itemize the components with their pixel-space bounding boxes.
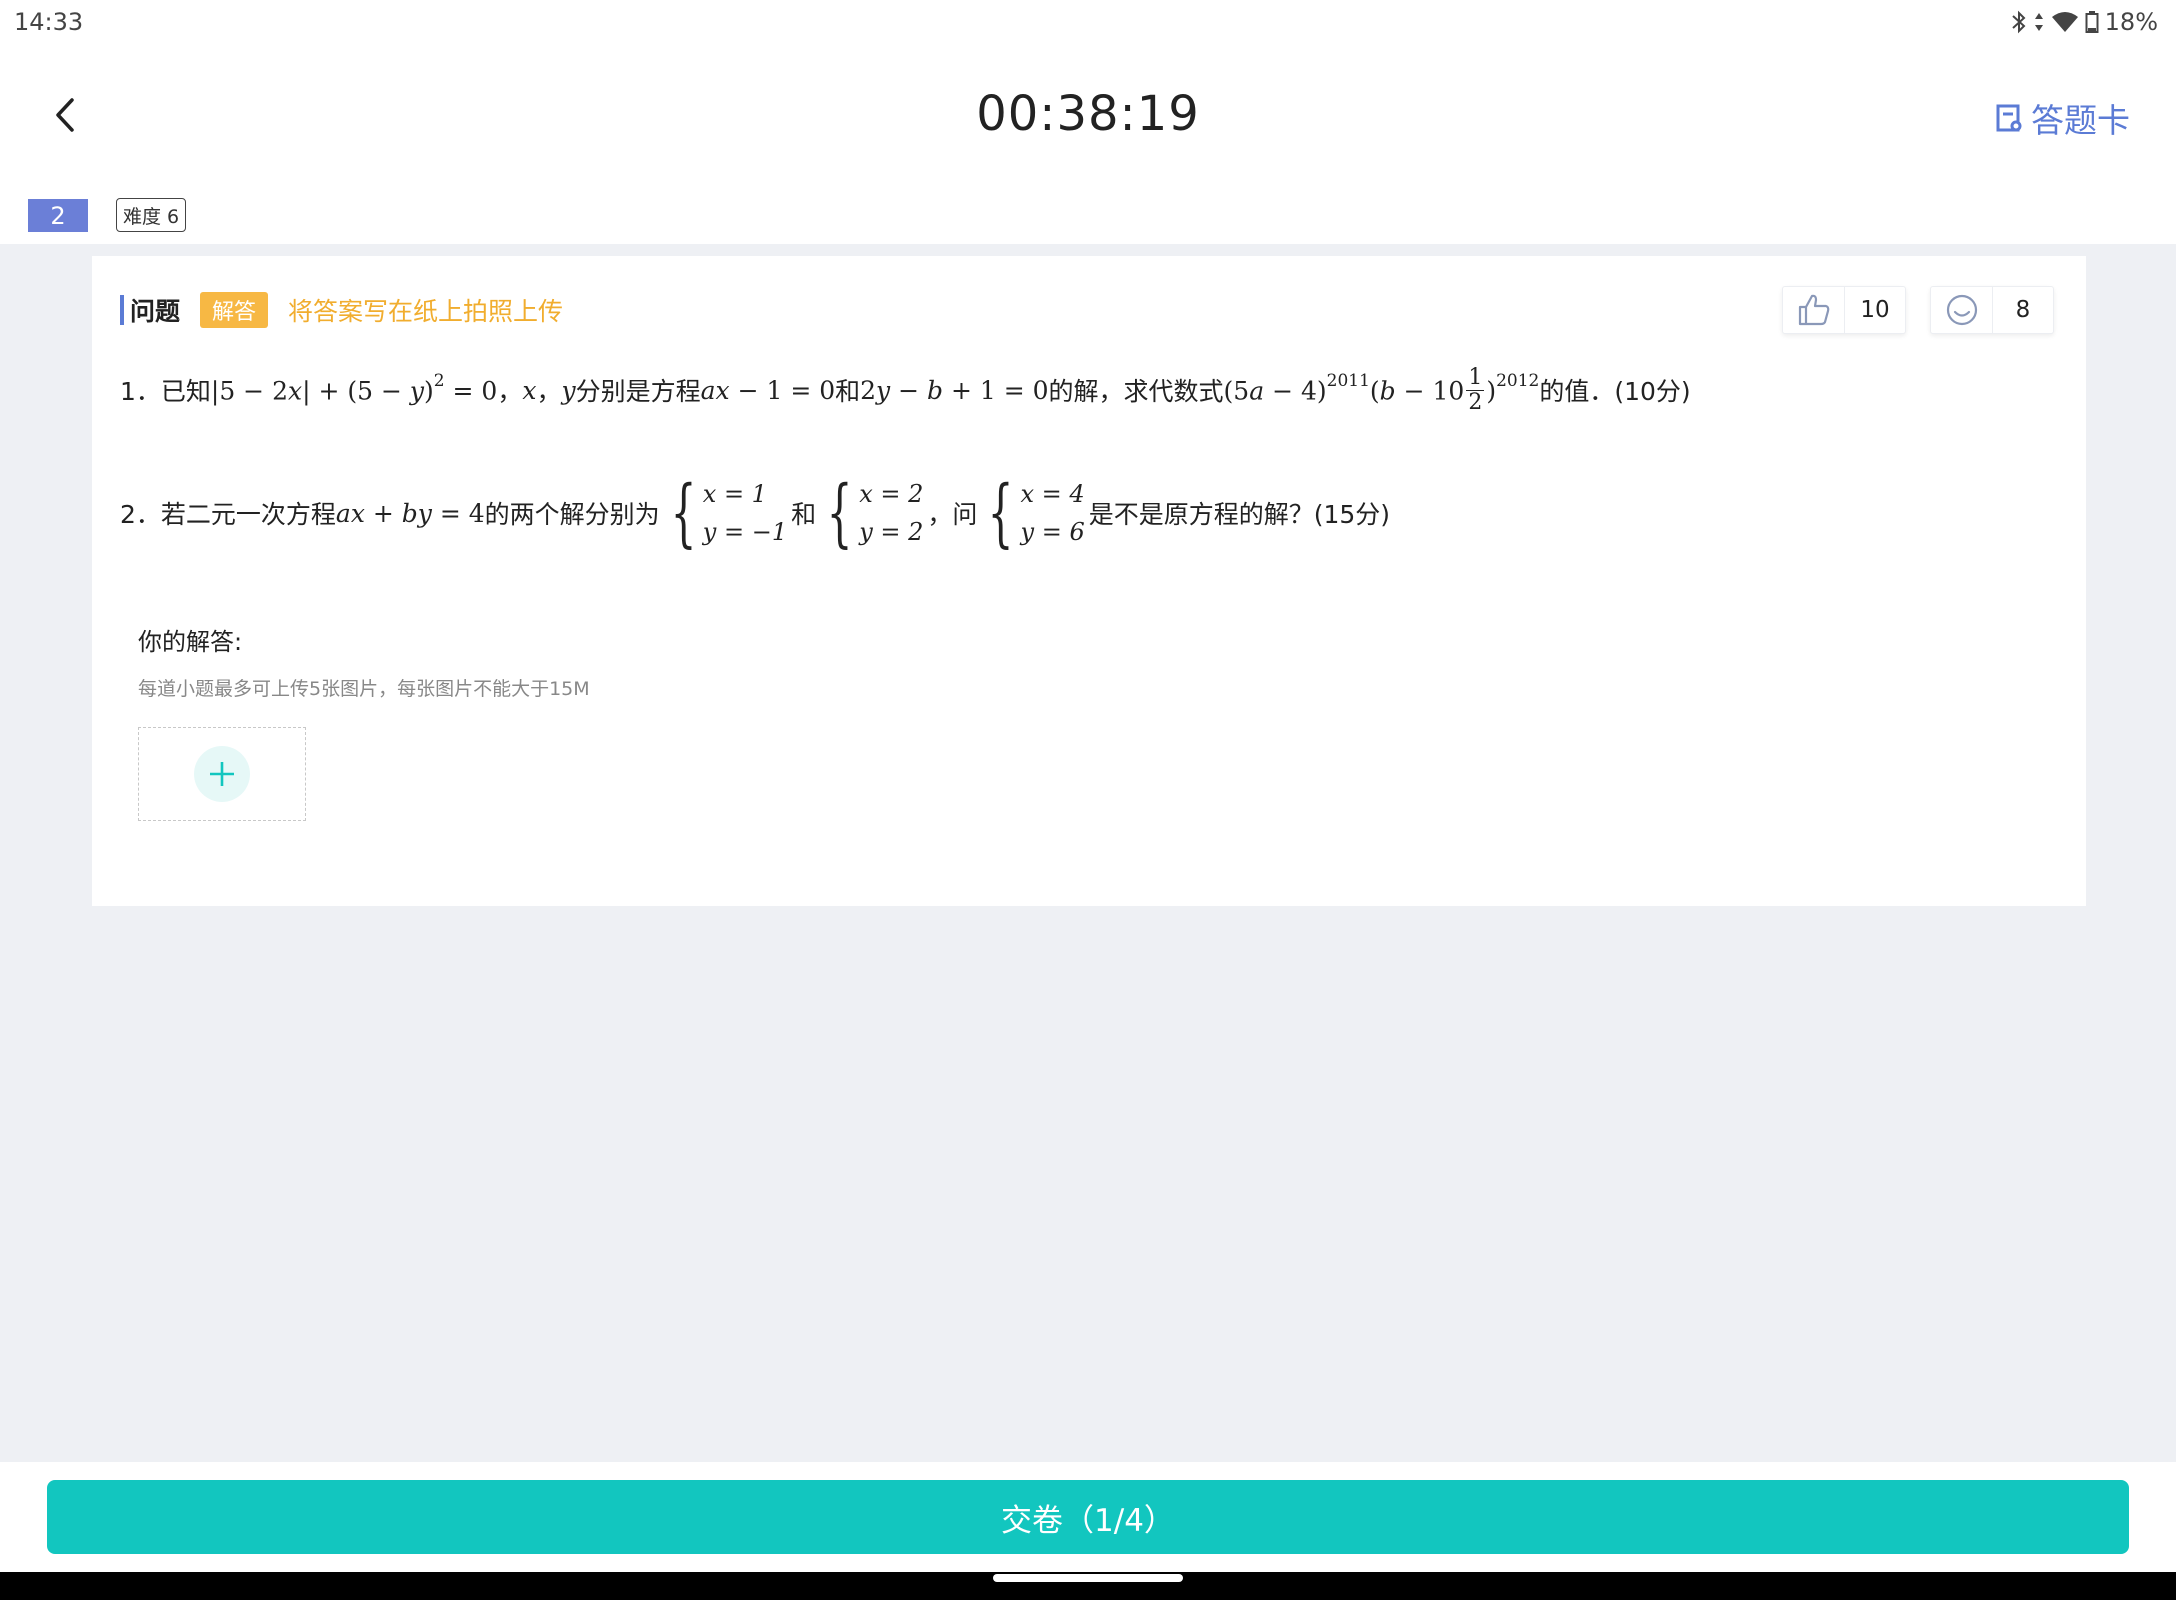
q1-math: |5 − 2x| + (5 − y)2 = 0 (210, 370, 498, 406)
battery-icon (2085, 10, 2099, 34)
submit-exam-button[interactable]: 交卷（1/4） (47, 1480, 2129, 1554)
q2-text: 的两个解分别为 (484, 500, 660, 529)
q1-text: 的解，求代数式 (1048, 377, 1224, 406)
smile-icon (1931, 287, 1993, 333)
q1-math: 2y − b + 1 = 0 (860, 375, 1049, 405)
upload-limit-hint: 每道小题最多可上传5张图片，每张图片不能大于15M (138, 678, 590, 700)
bluetooth-icon (2011, 10, 2027, 34)
label-accent-bar (120, 295, 124, 325)
plus-icon (194, 746, 250, 802)
status-icons: 18% (2011, 6, 2158, 38)
wifi-icon (2051, 10, 2079, 34)
q1-math: ax − 1 = 0 (700, 375, 836, 405)
upload-image-button[interactable] (138, 727, 306, 821)
q1-math: x (522, 375, 537, 405)
question-2: 2．若二元一次方程 ax + by = 4 的两个解分别为 { x = 1y =… (120, 468, 1390, 558)
answer-card-label: 答题卡 (2031, 101, 2130, 140)
question-card: 问题 解答 将答案写在纸上拍照上传 10 8 1．已知 |5 − 2x| + (… (92, 256, 2086, 906)
answer-card-icon (1996, 104, 2022, 132)
q2-math: ax + by = 4 (335, 498, 485, 528)
q2-text: 2．若二元一次方程 (120, 500, 336, 529)
q2-text: ，问 (927, 500, 978, 529)
q2-text: 和 (791, 500, 817, 529)
q1-fraction: 12 (1466, 364, 1485, 415)
q1-text: ， (536, 377, 562, 406)
difficulty-badge: 难度 6 (116, 198, 187, 232)
equation-system-2: { x = 2y = 2 (826, 470, 924, 556)
question-label: 问题 (130, 297, 181, 326)
q1-text: ， (497, 377, 523, 406)
like-count: 10 (1860, 297, 1890, 323)
question-1: 1．已知 |5 − 2x| + (5 − y)2 = 0 ， x ， y 分别是… (120, 352, 1691, 428)
equation-system-3: { x = 4y = 6 (988, 470, 1085, 556)
status-bar: 14:33 18% (0, 0, 2176, 44)
exam-timer: 00:38:19 (976, 86, 1200, 142)
home-indicator[interactable] (993, 1574, 1183, 1582)
smile-button[interactable]: 8 (1930, 286, 2054, 334)
smile-count: 8 (2015, 297, 2031, 323)
your-answer-title: 你的解答: (138, 628, 243, 656)
thumbs-up-icon (1783, 287, 1845, 333)
status-time: 14:33 (14, 8, 84, 36)
q1-text: 和 (835, 377, 861, 406)
q1-math: y (561, 375, 576, 405)
footer: 交卷（1/4） (0, 1462, 2176, 1572)
q1-text: 分别是方程 (575, 377, 701, 406)
like-button[interactable]: 10 (1782, 286, 1906, 334)
question-number-badge: 2 (28, 199, 88, 232)
q1-text: 的值．(10分) (1539, 377, 1691, 406)
data-arrows-icon (2033, 10, 2045, 34)
question-label-row: 问题 解答 将答案写在纸上拍照上传 (120, 292, 563, 328)
upload-instruction: 将答案写在纸上拍照上传 (288, 297, 564, 326)
answer-card-button[interactable]: 答题卡 (1995, 94, 2130, 142)
question-type-tag: 解答 (200, 292, 269, 328)
header: 00:38:19 答题卡 2 难度 6 (0, 44, 2176, 244)
battery-percent: 18% (2104, 8, 2158, 36)
q2-text: 是不是原方程的解？(15分) (1088, 500, 1391, 529)
q1-math: (5a − 4)2011(b − 10 (1223, 370, 1465, 406)
q1-math: )2012 (1486, 370, 1540, 406)
equation-system-1: { x = 1y = −1 (670, 470, 788, 556)
q1-text: 1．已知 (120, 377, 211, 406)
